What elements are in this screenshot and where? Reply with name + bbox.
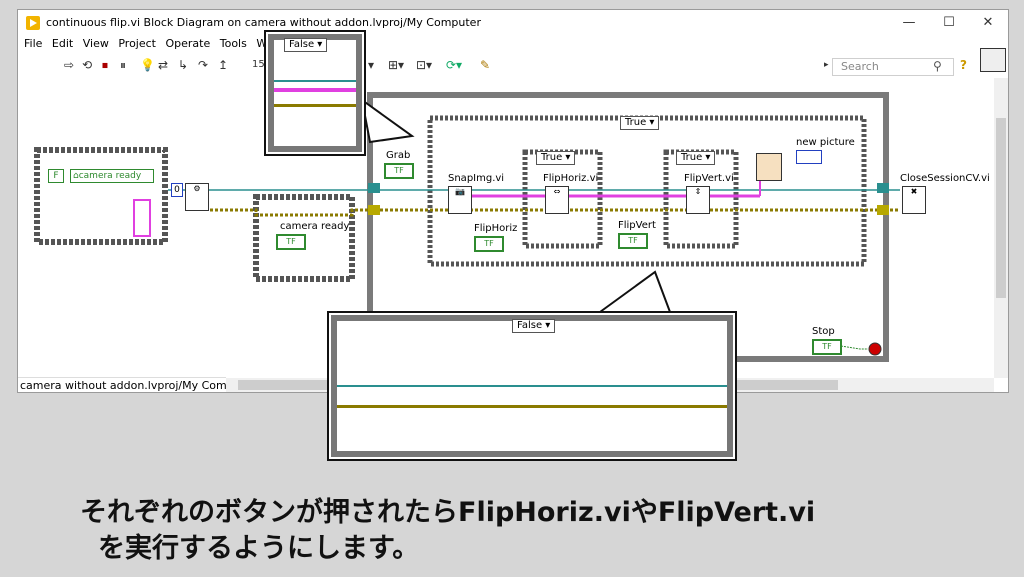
stop-terminal-icon <box>868 342 882 356</box>
case-selector-fliphoriz[interactable]: True ▾ <box>536 151 576 165</box>
loop-shift-register-left-session <box>368 183 380 193</box>
stop-label: Stop <box>812 326 835 337</box>
closesession-vi-icon[interactable]: ✖ <box>902 186 926 214</box>
stop-wire <box>840 345 868 350</box>
fliphoriz-control-label: FlipHoriz <box>474 223 518 234</box>
callout-top-case-label: False <box>289 39 315 50</box>
loop-shift-register-right-error <box>877 205 889 215</box>
callout-top-case-selector[interactable]: False ▾ <box>284 38 328 52</box>
fliphoriz-control[interactable]: TF <box>474 236 504 252</box>
stop-control[interactable]: TF <box>812 339 842 355</box>
false-constant[interactable]: F <box>48 169 64 183</box>
callout-pointer-top <box>360 97 415 144</box>
caption-line-1: それぞれのボタンが押されたらFlipHoriz.viやFlipVert.vi <box>80 497 816 528</box>
camera-index-constant[interactable]: 0 <box>171 183 183 197</box>
callout-pointer-bottom <box>596 270 672 313</box>
callout-bottom-frame: False ▾ <box>331 315 733 457</box>
new-picture-label: new picture <box>796 137 855 148</box>
caption-line-2: を実行するようにします。 <box>98 533 420 564</box>
callout-top-image-wire <box>274 88 356 92</box>
flipvert-vi-label: FlipVert.vi <box>684 173 734 184</box>
grab-label: Grab <box>386 150 411 161</box>
flipvert-vi-icon[interactable]: ⇕ <box>686 186 710 214</box>
callout-false-case-small: False ▾ <box>264 30 366 156</box>
callout-bottom-error-wire <box>337 405 727 408</box>
camera-ready-const-label: camera ready <box>78 171 142 181</box>
loop-shift-register-right-session <box>877 183 889 193</box>
case-selector-flipvert-label: True <box>681 152 703 163</box>
callout-bottom-session-wire <box>337 385 727 387</box>
caption: それぞれのボタンが押されたらFlipHoriz.viやFlipVert.vi を… <box>80 495 815 567</box>
case-selector-grab-label: True <box>625 117 647 128</box>
fliphoriz-vi-label: FlipHoriz.vi <box>543 173 599 184</box>
camera-ready-indicator[interactable] <box>133 199 151 237</box>
callout-top-session-wire <box>274 80 356 82</box>
snapimg-vi-icon[interactable]: 📷 <box>448 186 472 214</box>
callout-false-case-large: False ▾ <box>327 311 737 461</box>
opensession-vi-icon[interactable]: ⚙ <box>185 183 209 211</box>
image-display-icon[interactable] <box>756 153 782 181</box>
block-diagram-canvas <box>34 92 900 362</box>
callout-bottom-case-label: False <box>517 320 543 331</box>
fliphoriz-vi-icon[interactable]: ⇔ <box>545 186 569 214</box>
case-selector-fliphoriz-label: True <box>541 152 563 163</box>
callout-top-error-wire <box>274 104 356 107</box>
snapimg-label: SnapImg.vi <box>448 173 505 184</box>
camera-ready-label: camera ready <box>280 221 350 232</box>
case-selector-flipvert[interactable]: True ▾ <box>676 151 716 165</box>
flipvert-control[interactable]: TF <box>618 233 648 249</box>
closesession-label: CloseSessionCV.vi <box>900 173 990 184</box>
case-selector-grab[interactable]: True ▾ <box>620 116 660 130</box>
callout-false-case-frame: False ▾ <box>268 34 362 152</box>
grab-control[interactable]: TF <box>384 163 414 179</box>
callout-bottom-case-selector[interactable]: False ▾ <box>512 319 556 333</box>
camera-ready-tf-local[interactable]: TF <box>276 234 306 250</box>
loop-shift-register-left-error <box>368 205 380 215</box>
flipvert-control-label: FlipVert <box>618 220 656 231</box>
new-picture-indicator[interactable] <box>796 150 822 164</box>
camera-ready-property-node[interactable]: ⌂camera ready <box>70 169 154 183</box>
